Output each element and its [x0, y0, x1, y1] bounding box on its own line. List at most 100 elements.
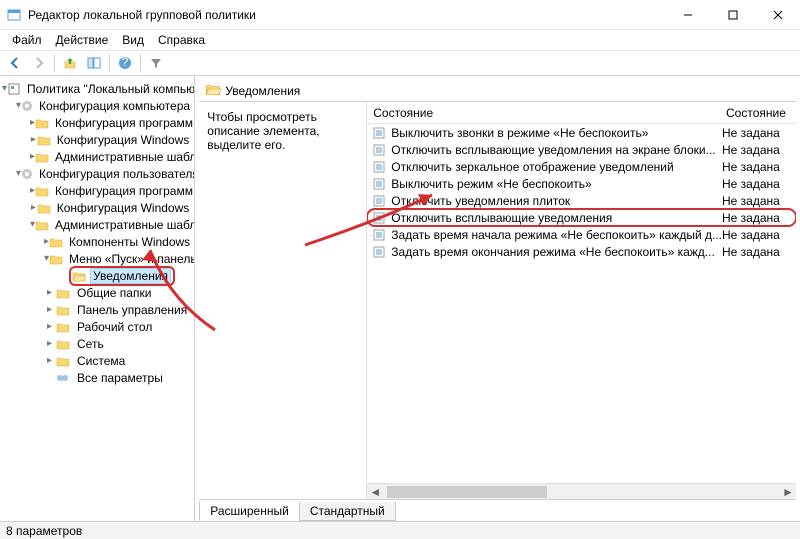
tab-extended[interactable]: Расширенный: [199, 502, 300, 521]
minimize-button[interactable]: [665, 1, 710, 29]
setting-name: Задать время начала режима «Не беспокоит…: [391, 228, 722, 242]
setting-icon: [371, 142, 387, 158]
app-icon: [6, 7, 22, 23]
folder-icon: [35, 149, 49, 165]
setting-state: Не задана: [722, 245, 796, 259]
tree-pane: ▾ Политика "Локальный компьютер" ▾ Конфи…: [0, 76, 195, 521]
setting-icon: [371, 159, 387, 175]
tree-user-config[interactable]: ▾ Конфигурация пользователя: [2, 165, 192, 182]
scroll-right-icon[interactable]: ►: [780, 484, 796, 499]
list-row[interactable]: Отключить уведомления плитокНе задана: [367, 192, 796, 209]
list-row[interactable]: Задать время начала режима «Не беспокоит…: [367, 226, 796, 243]
setting-name: Выключить звонки в режиме «Не беспокоить…: [391, 126, 722, 140]
gear-icon: [21, 166, 33, 182]
menu-action[interactable]: Действие: [50, 31, 115, 49]
list-row[interactable]: Выключить звонки в режиме «Не беспокоить…: [367, 124, 796, 141]
tree-item[interactable]: ▾Административные шаблоны: [2, 216, 192, 233]
scroll-thumb[interactable]: [387, 486, 547, 498]
menubar: Файл Действие Вид Справка: [0, 30, 800, 50]
menu-file[interactable]: Файл: [6, 31, 48, 49]
folder-icon: [55, 336, 71, 352]
window-title: Редактор локальной групповой политики: [28, 8, 665, 22]
list-row[interactable]: Задать время окончания режима «Не беспок…: [367, 243, 796, 260]
folder-open-icon: [71, 268, 87, 284]
maximize-button[interactable]: [710, 1, 755, 29]
tree-item[interactable]: ▸Сеть: [2, 335, 192, 352]
scroll-left-icon[interactable]: ◄: [367, 484, 383, 499]
tab-standard[interactable]: Стандартный: [299, 502, 396, 521]
folder-icon: [35, 183, 49, 199]
setting-state: Не задана: [722, 177, 796, 191]
tree-item[interactable]: ▸Компоненты Windows: [2, 233, 192, 250]
panel-header: Уведомления: [199, 80, 796, 102]
folder-icon: [55, 319, 71, 335]
setting-state: Не задана: [722, 126, 796, 140]
setting-icon: [371, 244, 387, 260]
back-icon[interactable]: [4, 52, 26, 74]
folder-icon: [35, 217, 49, 233]
settings-icon: [55, 370, 71, 386]
setting-name: Отключить всплывающие уведомления: [391, 211, 722, 225]
up-icon[interactable]: [59, 52, 81, 74]
description-text: Чтобы просмотреть описание элемента, выд…: [199, 102, 367, 499]
svg-text:?: ?: [122, 56, 129, 69]
tree-item[interactable]: ▸Административные шаблоны: [2, 148, 192, 165]
tree-item[interactable]: ▸Панель управления: [2, 301, 192, 318]
forward-icon[interactable]: [28, 52, 50, 74]
folder-icon: [35, 115, 49, 131]
setting-name: Отключить зеркальное отображение уведомл…: [391, 160, 722, 174]
tree-root[interactable]: ▾ Политика "Локальный компьютер": [2, 80, 192, 97]
tree-item-all-settings[interactable]: Все параметры: [2, 369, 192, 386]
list-header: Состояние Состояние: [367, 102, 796, 124]
setting-name: Задать время окончания режима «Не беспок…: [391, 245, 722, 259]
filter-icon[interactable]: [145, 52, 167, 74]
setting-state: Не задана: [722, 228, 796, 242]
folder-icon: [37, 200, 51, 216]
setting-state: Не задана: [722, 160, 796, 174]
tree-item[interactable]: ▸Система: [2, 352, 192, 369]
folder-icon: [55, 302, 71, 318]
setting-name: Отключить уведомления плиток: [391, 194, 722, 208]
tree-item-notifications[interactable]: Уведомления: [2, 267, 192, 284]
folder-icon: [49, 234, 63, 250]
tree-item[interactable]: ▸Общие папки: [2, 284, 192, 301]
statusbar: 8 параметров: [0, 521, 800, 539]
list-row[interactable]: Выключить режим «Не беспокоить»Не задана: [367, 175, 796, 192]
folder-icon: [55, 285, 71, 301]
folder-open-icon: [205, 82, 221, 99]
folder-icon: [49, 251, 63, 267]
setting-icon: [371, 193, 387, 209]
gear-icon: [21, 98, 33, 114]
tree-item[interactable]: ▾Меню «Пуск» и панель задач: [2, 250, 192, 267]
tree-computer-config[interactable]: ▾ Конфигурация компьютера: [2, 97, 192, 114]
setting-name: Отключить всплывающие уведомления на экр…: [391, 143, 722, 157]
menu-view[interactable]: Вид: [116, 31, 150, 49]
folder-icon: [37, 132, 51, 148]
column-header-name[interactable]: Состояние: [367, 106, 720, 120]
toolbar: ?: [0, 50, 800, 76]
setting-state: Не задана: [722, 211, 796, 225]
status-text: 8 параметров: [6, 524, 82, 538]
setting-name: Выключить режим «Не беспокоить»: [391, 177, 722, 191]
menu-help[interactable]: Справка: [152, 31, 211, 49]
tree-item[interactable]: ▸Рабочий стол: [2, 318, 192, 335]
setting-icon: [371, 176, 387, 192]
folder-icon: [55, 353, 71, 369]
column-header-state[interactable]: Состояние: [720, 106, 796, 120]
list-row[interactable]: Отключить зеркальное отображение уведомл…: [367, 158, 796, 175]
list-row[interactable]: Отключить всплывающие уведомления на экр…: [367, 141, 796, 158]
tree-item[interactable]: ▸Конфигурация Windows: [2, 131, 192, 148]
setting-icon: [371, 227, 387, 243]
panel-title: Уведомления: [225, 84, 300, 98]
help-icon[interactable]: ?: [114, 52, 136, 74]
tree-item[interactable]: ▸Конфигурация Windows: [2, 199, 192, 216]
horizontal-scrollbar[interactable]: ◄ ►: [367, 483, 796, 499]
tree-item[interactable]: ▸Конфигурация программ: [2, 182, 192, 199]
tree-item[interactable]: ▸Конфигурация программ: [2, 114, 192, 131]
policy-icon: [7, 81, 21, 97]
setting-state: Не задана: [722, 143, 796, 157]
show-hide-tree-icon[interactable]: [83, 52, 105, 74]
setting-icon: [371, 210, 387, 226]
list-row[interactable]: Отключить всплывающие уведомленияНе зада…: [367, 209, 796, 226]
close-button[interactable]: [755, 1, 800, 29]
